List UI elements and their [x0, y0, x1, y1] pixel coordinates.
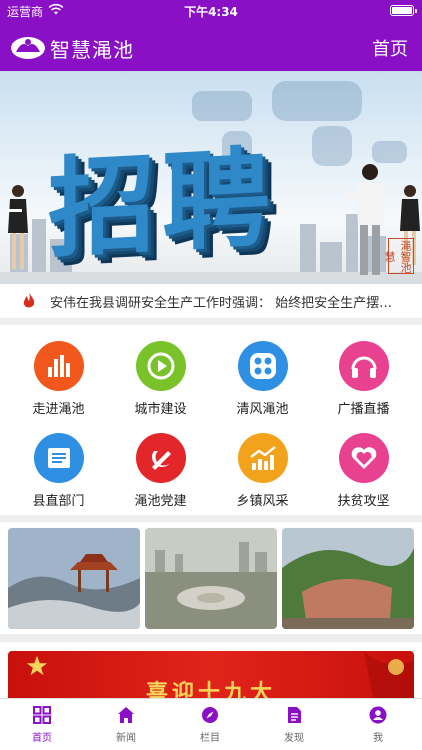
play-icon	[136, 341, 186, 391]
bar-chart-icon	[34, 341, 84, 391]
tab-label: 首页	[32, 733, 52, 744]
bottom-tab-bar: 首页 新闻 栏目 发现 我	[0, 698, 422, 750]
top-bar: 运营商 下午4:34 智慧渑池 首页	[0, 0, 422, 71]
status-time: 下午4:34	[184, 5, 238, 19]
ticker-headline: 安伟在我县调研安全生产工作时强调： 始终把安全生产摆在首位	[50, 296, 400, 311]
party-emblem-icon	[136, 433, 186, 483]
dots-icon	[238, 341, 288, 391]
grid-item-label: 县直部门	[32, 494, 85, 509]
grid-item-label: 城市建设	[134, 402, 187, 417]
grid-item-fupin[interactable]: 扶贫攻坚	[311, 421, 416, 509]
grid-item-qingfeng[interactable]: 清风渑池	[210, 329, 315, 417]
grid-item-xianzhi[interactable]: 县直部门	[6, 421, 111, 509]
grid-item-chengshi[interactable]: 城市建设	[108, 329, 213, 417]
banner-headline: 招聘	[48, 136, 277, 273]
document-icon	[288, 707, 301, 723]
app-screen: 运营商 下午4:34 智慧渑池 首页 招聘 渑智池慧 安伟在我县调研安全生产工作…	[0, 0, 422, 750]
photo-city-square[interactable]	[145, 528, 277, 629]
status-bar: 运营商 下午4:34	[0, 0, 422, 22]
grid-icon	[33, 706, 51, 724]
category-grid: 走进渑池 城市建设 清风渑池 广播直播 县直部门 渑池党建 乡镇风采 扶贫攻坚	[0, 325, 422, 515]
trend-up-icon	[238, 433, 288, 483]
grid-item-xiangzhen[interactable]: 乡镇风采	[210, 421, 315, 509]
star-icon	[26, 655, 48, 676]
tab-label: 发现	[284, 733, 304, 744]
tab-discover[interactable]: 发现	[252, 699, 336, 750]
photo-pavilion[interactable]	[8, 528, 140, 629]
home-link[interactable]: 首页	[372, 35, 408, 61]
heart-icon	[339, 433, 389, 483]
news-ticker[interactable]: 安伟在我县调研安全生产工作时强调： 始终把安全生产摆在首位	[0, 284, 422, 318]
tab-home[interactable]: 首页	[0, 699, 84, 750]
grid-item-guangbo[interactable]: 广播直播	[311, 329, 416, 417]
tab-label: 新闻	[116, 733, 136, 744]
tab-columns[interactable]: 栏目	[168, 699, 252, 750]
grid-item-label: 扶贫攻坚	[337, 494, 390, 509]
headphones-icon	[339, 341, 389, 391]
app-logo-icon	[11, 37, 45, 59]
grid-item-dangjian[interactable]: 渑池党建	[108, 421, 213, 509]
battery-icon	[390, 5, 417, 16]
grid-item-zoujin[interactable]: 走进渑池	[6, 329, 111, 417]
house-icon	[118, 707, 134, 723]
promo-banner[interactable]: 喜迎十九大	[0, 642, 422, 703]
flame-icon	[23, 292, 35, 308]
tab-me[interactable]: 我	[336, 699, 420, 750]
photo-stone-monument[interactable]	[282, 528, 414, 629]
tab-label: 我	[373, 733, 383, 744]
promo-red-panel: 喜迎十九大	[8, 651, 414, 703]
grid-item-label: 乡镇风采	[236, 494, 289, 509]
tab-news[interactable]: 新闻	[84, 699, 168, 750]
tab-label: 栏目	[200, 733, 220, 744]
navbar: 智慧渑池 首页	[0, 22, 422, 71]
person-icon	[369, 706, 387, 724]
compass-icon	[202, 707, 218, 723]
banner-stamp: 渑智池慧	[383, 238, 414, 274]
photo-strip	[0, 522, 422, 634]
document-icon	[34, 433, 84, 483]
banner-carousel[interactable]: 招聘 渑智池慧	[0, 71, 422, 284]
grid-item-label: 清风渑池	[236, 402, 289, 417]
app-title: 智慧渑池	[50, 38, 134, 62]
businesswoman-figure	[8, 185, 28, 269]
businessman-figure	[346, 164, 384, 275]
grid-item-label: 渑池党建	[134, 494, 187, 509]
grid-item-label: 走进渑池	[32, 402, 85, 417]
grid-item-label: 广播直播	[337, 402, 390, 417]
